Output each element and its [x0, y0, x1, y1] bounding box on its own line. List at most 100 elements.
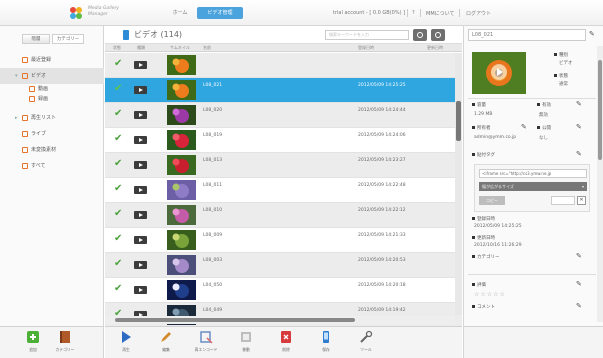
status-check-icon: ✔	[114, 258, 123, 269]
logout-link[interactable]: ログアウト	[466, 10, 491, 17]
list-vertical-scrollbar[interactable]	[455, 53, 462, 315]
collapse-arrow-icon[interactable]: ▾	[15, 68, 18, 84]
logo-line2: Manager	[88, 12, 108, 17]
tool-label: 保存	[322, 347, 330, 352]
edit-enabled-pencil-icon[interactable]: ✎	[576, 100, 582, 108]
nav-home-tab[interactable]: ホーム	[167, 7, 193, 19]
tree-item-video[interactable]: ▾ ビデオ	[0, 68, 104, 84]
edit-owner-pencil-icon[interactable]: ✎	[521, 123, 527, 131]
list-horizontal-scrollbar[interactable]	[105, 316, 455, 324]
registered-date: 2012/05/09 14:21:33	[358, 233, 406, 238]
add-green-tool-button[interactable]: 追加	[20, 330, 46, 357]
edit-comment-pencil-icon[interactable]: ✎	[576, 302, 582, 310]
edit-rating-pencil-icon[interactable]: ✎	[576, 280, 582, 288]
add-green-icon	[27, 331, 39, 343]
tree-item-rokuga[interactable]: 録画	[0, 94, 104, 104]
video-thumbnail[interactable]	[167, 130, 196, 150]
status-label: 状態	[554, 73, 568, 79]
embed-apply-button[interactable]: ✕	[577, 196, 586, 205]
table-row[interactable]: ✔ L08_019 2012/05/09 14:24:06	[105, 128, 462, 153]
table-row[interactable]: ✔ L08_013 2012/05/09 14:23:27	[105, 153, 462, 178]
status-check-icon: ✔	[114, 108, 123, 119]
list-title-bar: ビデオ (114) 検索キーワードを入力	[105, 26, 462, 44]
video-thumbnail[interactable]	[167, 105, 196, 125]
detail-title-field[interactable]: L08_021	[468, 29, 586, 41]
phone-tool-button[interactable]: 保存	[313, 330, 339, 357]
edit-public-pencil-icon[interactable]: ✎	[576, 123, 582, 131]
detail-scrollbar[interactable]	[597, 46, 603, 322]
edit-embed-pencil-icon[interactable]: ✎	[576, 150, 582, 158]
scrollbar-thumb[interactable]	[456, 101, 461, 141]
table-row[interactable]: ✔ L08_020 2012/05/09 14:24:44	[105, 103, 462, 128]
tool-label: 編集	[162, 347, 170, 352]
tree-item-recent[interactable]: 最近登録	[0, 52, 104, 68]
copy-button[interactable]: コピー	[479, 196, 505, 205]
video-type-icon	[134, 286, 147, 294]
edit-title-pencil-icon[interactable]: ✎	[589, 30, 595, 38]
tools-icon	[360, 330, 373, 343]
video-thumbnail[interactable]	[167, 55, 196, 75]
video-thumbnail[interactable]	[167, 230, 196, 250]
embed-code-field[interactable]: <iframe src="http://cs3.ymw.ne.jp	[479, 169, 587, 178]
tree-item-all[interactable]: すべて	[0, 158, 104, 174]
advanced-search-button[interactable]	[431, 29, 445, 41]
list-title: ビデオ (114)	[134, 30, 183, 39]
status-check-icon: ✔	[114, 183, 123, 194]
status-check-icon: ✔	[114, 158, 123, 169]
video-thumbnail[interactable]	[167, 255, 196, 275]
tree-item-live[interactable]: ライブ	[0, 126, 104, 142]
embed-option-select[interactable]	[551, 196, 575, 205]
search-button[interactable]	[413, 29, 427, 41]
tab-category[interactable]: カテゴリー	[52, 34, 84, 44]
nav-video-admin-tab[interactable]: ビデオ管理	[197, 7, 243, 19]
table-row[interactable]: ✔ L08_011 2012/05/09 14:22:48	[105, 178, 462, 203]
embed-size-select[interactable]: 幅が広がるサイズ	[479, 182, 587, 191]
book-tool-button[interactable]: カテゴリー	[52, 330, 78, 357]
tools-tool-button[interactable]: ツール	[353, 330, 379, 357]
video-preview[interactable]	[472, 52, 526, 94]
pencil-tool-button[interactable]: 編集	[153, 330, 179, 357]
delete-tool-button[interactable]: 削除	[273, 330, 299, 357]
table-row[interactable]: ✔ L08_010 2012/05/09 14:22:12	[105, 203, 462, 228]
video-thumbnail[interactable]	[167, 280, 196, 300]
video-thumbnail[interactable]	[167, 180, 196, 200]
video-thumbnail[interactable]	[167, 80, 196, 100]
search-input[interactable]: 検索キーワードを入力	[325, 30, 409, 40]
video-type-icon	[134, 236, 147, 244]
video-type-icon	[134, 161, 147, 169]
tree-item-unconverted[interactable]: 未変換素材	[0, 142, 104, 158]
col-registered[interactable]: 登録日時	[358, 45, 374, 51]
tree-item-playlist[interactable]: ▸ 再生リスト	[0, 110, 104, 126]
tree-item-douga[interactable]: 動画	[0, 84, 104, 94]
col-updated[interactable]: 更新日時	[427, 45, 443, 51]
scrollbar-thumb[interactable]	[115, 318, 355, 322]
video-name: L08_021	[203, 83, 223, 88]
video-name: L04_049	[203, 308, 223, 313]
help-link[interactable]: ?	[412, 10, 415, 16]
play-overlay-icon[interactable]	[491, 64, 507, 80]
expand-arrow-icon[interactable]: ▸	[15, 110, 18, 126]
encode-tool-button[interactable]: 再エンコード	[193, 330, 219, 357]
col-type[interactable]: 種類	[137, 45, 145, 51]
video-thumbnail[interactable]	[167, 205, 196, 225]
scrollbar-thumb[interactable]	[598, 60, 602, 160]
col-status[interactable]: 状態	[113, 45, 121, 51]
delete-icon	[281, 331, 291, 343]
table-row[interactable]: ✔ L08_009 2012/05/09 14:21:33	[105, 228, 462, 253]
table-row[interactable]: ✔ L08_003 2012/05/09 14:20:53	[105, 253, 462, 278]
video-name: L08_009	[203, 233, 223, 238]
about-link[interactable]: MMについて	[426, 10, 454, 17]
rating-stars[interactable]: ☆☆☆☆☆	[474, 291, 506, 298]
registered-date: 2012/05/09 14:20:53	[358, 258, 406, 263]
play-tool-button[interactable]: 再生	[113, 330, 139, 357]
table-row[interactable]: ✔	[105, 53, 462, 78]
account-info: trial account - [ 0.0 GB(0%) ]	[333, 10, 406, 16]
move-tool-button[interactable]: 移動	[233, 330, 259, 357]
table-row[interactable]: ✔ L04_050 2012/05/09 14:20:18	[105, 278, 462, 303]
col-name[interactable]: 名前	[203, 45, 211, 51]
size-label: 容量	[472, 102, 486, 108]
edit-category-pencil-icon[interactable]: ✎	[576, 252, 582, 260]
video-thumbnail[interactable]	[167, 155, 196, 175]
table-row[interactable]: ✔ L08_021 2012/05/09 14:25:25	[105, 78, 462, 103]
tab-folder[interactable]: 階層	[22, 34, 50, 44]
